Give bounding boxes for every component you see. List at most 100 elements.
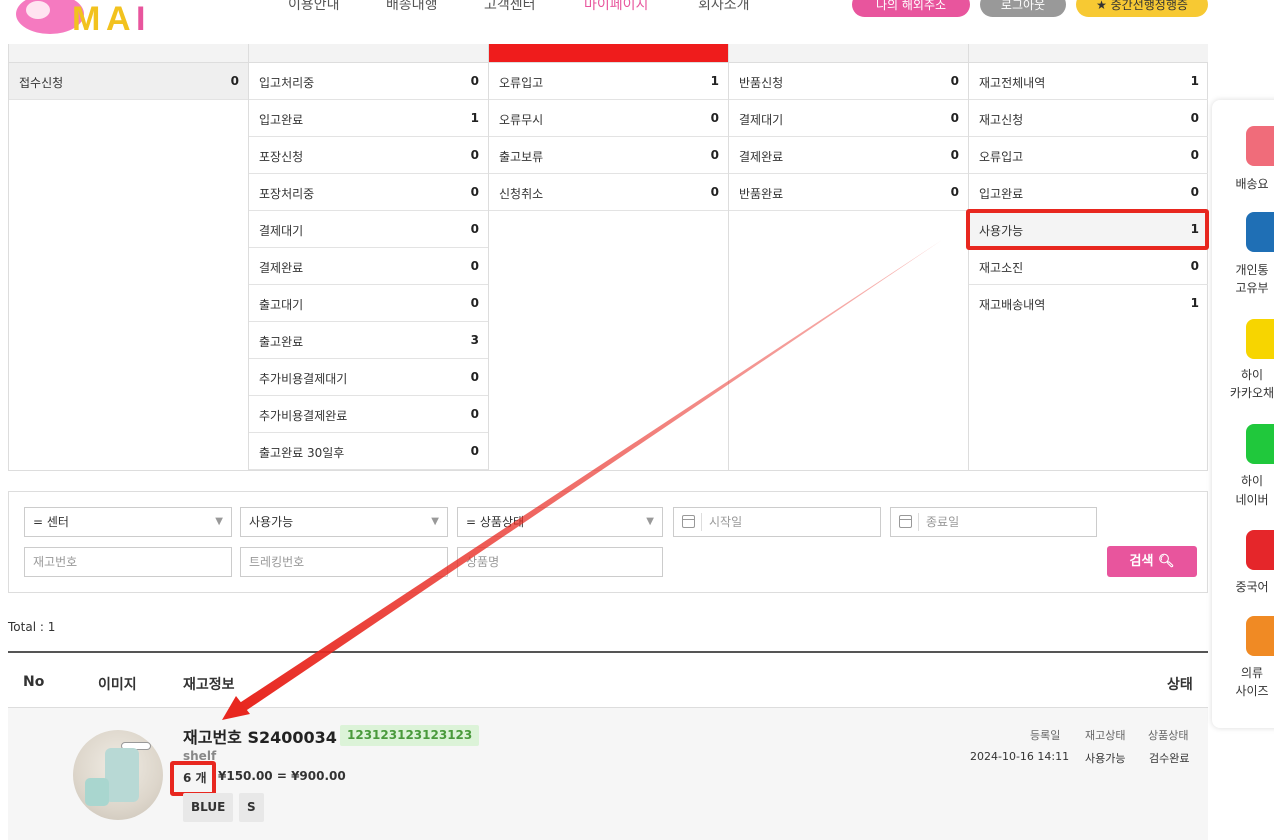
status-count: 0 <box>710 148 719 162</box>
status-row[interactable]: 재고전체내역 1 <box>969 63 1208 100</box>
option-color: BLUE <box>183 793 234 822</box>
status-label: 재고배송내역 <box>979 298 1046 312</box>
start-date-input[interactable]: 시작일 <box>673 507 881 537</box>
status-row[interactable]: 결제완료 0 <box>729 137 968 174</box>
quick-menu-label[interactable]: 의류 <box>1212 664 1274 681</box>
status-row[interactable]: 포장신청 0 <box>249 137 488 174</box>
quick-menu-label[interactable]: 네이버 <box>1212 491 1274 508</box>
nav-item-support[interactable]: 고객센터 <box>484 0 536 14</box>
status-count: 1 <box>470 111 479 125</box>
inventory-status-select[interactable]: 사용가능 ▼ <box>240 507 448 537</box>
id-icon[interactable] <box>1246 212 1274 252</box>
product-name-input[interactable]: 상품명 <box>457 547 663 577</box>
status-label: 오류입고 <box>499 76 544 90</box>
shirt-icon[interactable] <box>1246 616 1274 656</box>
dropdown-arrow-icon: ▼ <box>646 516 654 527</box>
search-icon: 🔍︎ <box>1157 554 1175 569</box>
member-grade-button[interactable]: ★ 중간선행정행증 <box>1076 0 1208 17</box>
status-row[interactable]: 재고신청 0 <box>969 100 1208 137</box>
status-label: 결제대기 <box>259 224 304 238</box>
end-date-placeholder: 종료일 <box>926 515 960 529</box>
nav-item-shipping[interactable]: 배송대행 <box>386 0 438 14</box>
quick-menu-label[interactable]: 중국어 <box>1212 578 1274 595</box>
quick-menu-label[interactable]: 하이 <box>1212 366 1274 383</box>
quick-menu-label[interactable]: 하이 <box>1212 472 1274 489</box>
quick-menu-label[interactable]: 고유부 <box>1212 279 1274 296</box>
status-row[interactable]: 반품완료 0 <box>729 174 968 211</box>
status-label: 출고대기 <box>259 298 304 312</box>
kakao-icon[interactable] <box>1246 319 1274 359</box>
status-count: 1 <box>710 74 719 88</box>
status-select-value: 사용가능 <box>249 515 294 529</box>
status-row[interactable]: 재고소진 0 <box>969 248 1208 285</box>
status-row[interactable]: 출고완료 3 <box>249 322 488 359</box>
svg-text:M: M <box>72 0 100 36</box>
nav-item-about[interactable]: 회사소개 <box>698 0 750 14</box>
status-count: 0 <box>950 111 959 125</box>
nav-item-guide[interactable]: 이용안내 <box>288 0 340 14</box>
status-count: 0 <box>230 74 239 88</box>
status-row[interactable]: 출고보류 0 <box>489 137 728 174</box>
status-label: 사용가능 <box>979 224 1024 238</box>
naver-icon[interactable] <box>1246 424 1274 464</box>
status-label: 재고소진 <box>979 261 1024 275</box>
status-column-shipping: 입고처리중 0 입고완료 1 포장신청 0 포장처리중 0 결제대기 0 결제완료 0 출고… <box>249 44 489 470</box>
status-count: 0 <box>1190 148 1199 162</box>
status-label: 결제완료 <box>259 261 304 275</box>
tracking-number-placeholder: 트레킹번호 <box>249 555 305 569</box>
column-header <box>249 44 488 63</box>
status-row[interactable]: 입고완료 1 <box>249 100 488 137</box>
search-button-label: 검색 <box>1129 554 1154 569</box>
divider <box>701 513 702 531</box>
quick-menu-label[interactable]: 카카오채 <box>1212 384 1274 401</box>
tracking-number-input[interactable]: 트레킹번호 <box>240 547 448 577</box>
site-logo[interactable]: M A I <box>10 0 180 36</box>
tag-icon[interactable] <box>1246 126 1274 166</box>
status-row[interactable]: 반품신청 0 <box>729 63 968 100</box>
status-row[interactable]: 오류입고 1 <box>489 63 728 100</box>
inventory-number-input[interactable]: 재고번호 <box>24 547 232 577</box>
status-row[interactable]: 추가비용결제대기 0 <box>249 359 488 396</box>
status-row[interactable]: 결제완료 0 <box>249 248 488 285</box>
status-count: 0 <box>710 111 719 125</box>
status-count: 1 <box>1190 74 1199 88</box>
status-row[interactable]: 신청취소 0 <box>489 174 728 211</box>
status-label: 오류입고 <box>979 150 1024 164</box>
status-row[interactable]: 오류무시 0 <box>489 100 728 137</box>
logout-button[interactable]: 로그아웃 <box>980 0 1066 17</box>
end-date-input[interactable]: 종료일 <box>890 507 1097 537</box>
status-row[interactable]: 접수신청 0 <box>9 63 248 100</box>
status-label: 재고신청 <box>979 113 1024 127</box>
quick-menu-label[interactable]: 사이즈 <box>1212 682 1274 699</box>
nav-item-mypage[interactable]: 마이페이지 <box>584 0 648 14</box>
product-image[interactable] <box>73 730 163 820</box>
status-row-available[interactable]: 사용가능 1 <box>969 211 1208 248</box>
table-row[interactable]: 재고번호 S2400034 123123123123123 shelf 6 개 … <box>8 708 1208 840</box>
product-status-select[interactable]: = 상품상태 ▼ <box>457 507 663 537</box>
status-row[interactable]: 입고완료 0 <box>969 174 1208 211</box>
table-header: No 이미지 재고정보 상태 <box>8 651 1208 708</box>
status-row[interactable]: 포장처리중 0 <box>249 174 488 211</box>
status-label: 결제완료 <box>739 150 784 164</box>
status-column-receipt: 접수신청 0 <box>9 44 249 470</box>
center-select[interactable]: = 센터 ▼ <box>24 507 232 537</box>
status-row[interactable]: 출고완료 30일후 0 <box>249 433 488 470</box>
product-status-value: = 상품상태 <box>466 515 525 529</box>
status-row[interactable]: 출고대기 0 <box>249 285 488 322</box>
search-button[interactable]: 검색 🔍︎ <box>1107 546 1197 577</box>
status-row[interactable]: 추가비용결제완료 0 <box>249 396 488 433</box>
overseas-address-button[interactable]: 나의 해외주소 <box>852 0 970 17</box>
column-header <box>729 44 968 63</box>
china-flag-icon[interactable] <box>1246 530 1274 570</box>
status-label: 신청취소 <box>499 187 544 201</box>
highlight-box-quantity <box>170 761 216 796</box>
status-row[interactable]: 결제대기 0 <box>249 211 488 248</box>
status-row[interactable]: 입고처리중 0 <box>249 63 488 100</box>
status-row[interactable]: 오류입고 0 <box>969 137 1208 174</box>
status-row[interactable]: 재고배송내역 1 <box>969 285 1208 322</box>
quick-menu: 배송요 개인통 고유부 하이 카카오채 하이 네이버 중국어 의류 사이즈 <box>1212 100 1274 728</box>
quick-menu-label[interactable]: 개인통 <box>1212 261 1274 278</box>
status-row[interactable]: 결제대기 0 <box>729 100 968 137</box>
dropdown-arrow-icon: ▼ <box>215 516 223 527</box>
quick-menu-label[interactable]: 배송요 <box>1212 175 1274 192</box>
